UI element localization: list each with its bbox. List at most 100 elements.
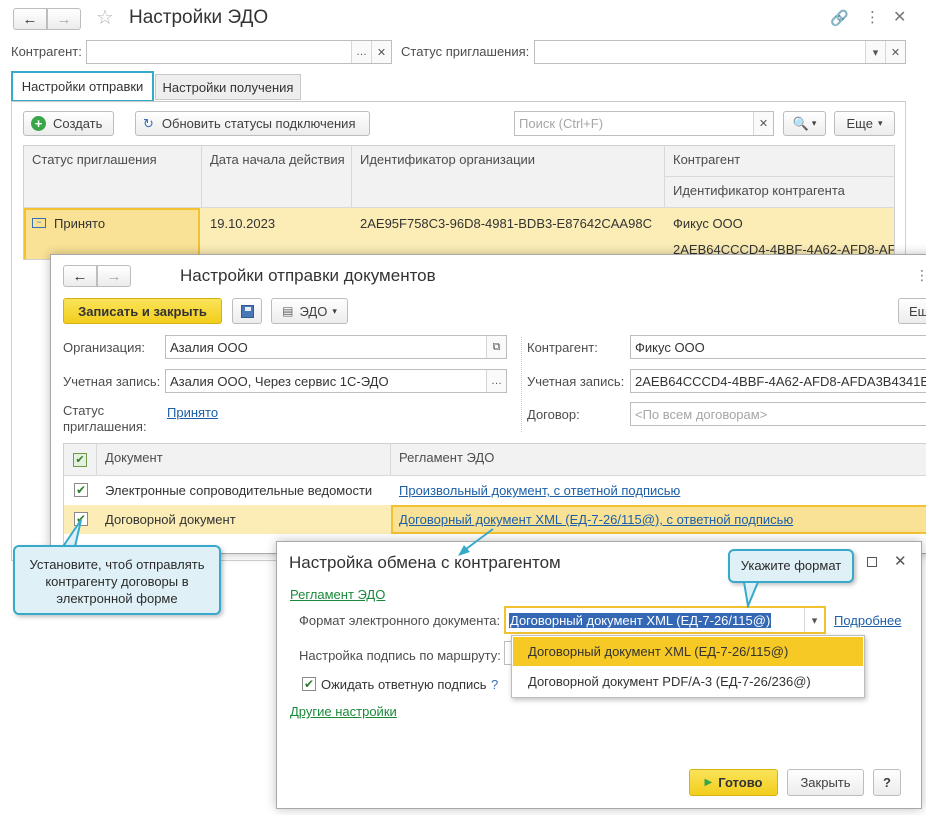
more-button[interactable]: Еще ▾ [834,111,895,136]
org-field[interactable]: Азалия ООО ⧉ [165,335,507,359]
org-id-cell: 2AE95F758C3-96D8-4981-BDB3-E87642CAA98C [360,215,652,231]
open-icon[interactable]: ⧉ [486,336,506,358]
kontragent-label: Контрагент: [11,44,82,59]
close-icon[interactable]: ✕ [894,552,907,570]
hint-callout: Установите, чтоб отправлять контрагенту … [13,545,221,615]
dropdown-arrow-icon[interactable]: ▾ [865,41,885,63]
contract-field[interactable]: <По всем договорам> [630,402,926,426]
table-row[interactable]: ✔ Электронные сопроводительные ведомости… [64,476,926,505]
org-label: Организация: [63,340,146,355]
refresh-status-button[interactable]: ↻ Обновить статусы подключения [135,111,370,136]
column-header[interactable]: Идентификатор организации [352,146,665,208]
row-checkbox[interactable]: ✔ [74,483,88,497]
kaccount-field[interactable]: 2AEB64CCCD4-4BBF-4A62-AFD8-AFDA3B4341EC [630,369,926,393]
dropdown-option[interactable]: Договорной документ PDF/A-3 (ЕД-7-26/236… [513,667,863,696]
play-icon: ▶ [704,777,713,788]
checkbox-icon: ✔ [73,453,87,467]
dialog-footer [277,760,921,761]
kebab-menu-icon[interactable]: ⋮ [915,267,926,284]
contract-label: Договор: [527,407,580,422]
forward-button[interactable]: → [47,8,81,30]
divider [521,337,522,432]
back-arrow-icon: ← [22,10,38,28]
kebab-menu-icon[interactable]: ⋮ [865,8,880,26]
select-button[interactable]: … [351,41,371,63]
kontragent-label: Контрагент: [527,340,598,355]
column-header[interactable]: Статус приглашения [24,146,202,208]
account-field[interactable]: Азалия ООО, Через сервис 1С-ЭДО … [165,369,507,393]
connector-arrow [458,528,494,556]
dropdown-option[interactable]: Договорный документ XML (ЕД-7-26/115@) [513,637,863,666]
column-header[interactable]: Дата начала действия [202,146,352,208]
wait-sign-label: Ожидать ответную подпись [321,677,487,692]
more-button[interactable]: Ещ [898,298,926,324]
forward-arrow-icon: → [56,10,72,28]
more-details-link[interactable]: Подробнее [834,613,901,628]
form-title: Настройки отправки документов [180,266,436,285]
kontragent-cell: Фикус ООО [673,215,743,231]
back-arrow-icon: ← [72,267,88,285]
edo-menu-button[interactable]: ▤ ЭДО ▾ [271,298,348,324]
clear-button[interactable]: ✕ [885,41,905,63]
help-icon[interactable]: ? [491,677,498,692]
search-button[interactable]: 🔍 ▾ [783,111,826,136]
reglament-link[interactable]: Произвольный документ, с ответной подпис… [391,476,688,505]
kontragent-field[interactable]: … ✕ [86,40,392,64]
star-icon[interactable]: ☆ [96,5,114,30]
status-link[interactable]: Принято [167,405,218,420]
save-button[interactable] [232,298,262,324]
document-cell: Электронные сопроводительные ведомости [105,483,373,498]
plus-circle-icon: + [31,116,46,131]
done-button[interactable]: ▶ Готово [689,769,778,796]
sign-route-label: Настройка подпись по маршруту: [299,648,501,663]
document-cell: Договорной документ [105,512,236,527]
search-icon: 🔍 [792,115,809,131]
clear-button[interactable]: ✕ [753,112,773,135]
status-field[interactable]: ▾ ✕ [534,40,906,64]
clear-button[interactable]: ✕ [371,41,391,63]
save-close-button[interactable]: Записать и закрыть [63,298,222,324]
tab-receive-settings[interactable]: Настройки получения [155,74,301,100]
dialog-title: Настройка обмена с контрагентом [289,553,561,572]
callout-pointer [742,581,760,608]
status-icon: ~ [32,218,46,228]
create-button[interactable]: + Создать [23,111,114,136]
main-table: Статус приглашения Дата начала действия … [23,145,895,260]
table-row[interactable]: ~ Принято 19.10.2023 2AE95F758C3-96D8-49… [24,208,894,259]
wait-sign-checkbox[interactable]: ✔ [302,677,316,691]
maximize-icon[interactable] [867,557,877,567]
column-header[interactable]: Регламент ЭДО [391,444,926,476]
kontragent-field[interactable]: Фикус ООО [630,335,926,359]
format-select[interactable]: Договорный документ XML (ЕД-7-26/115@) ▾ [504,606,826,634]
kaccount-label: Учетная запись: [527,374,625,389]
checkbox-column-header[interactable]: ✔ [64,444,97,476]
back-button[interactable]: ← [63,265,97,287]
save-icon [240,304,254,318]
page-title: Настройки ЭДО [129,7,269,28]
search-input[interactable]: Поиск (Ctrl+F) ✕ [514,111,774,136]
status-label: Статус [63,403,105,418]
select-button[interactable]: … [486,370,506,392]
forward-button[interactable]: → [97,265,131,287]
close-icon[interactable]: ✕ [893,7,906,27]
back-button[interactable]: ← [13,8,47,30]
status-label: Статус приглашения: [401,44,530,59]
format-hint-callout: Укажите формат [728,549,854,583]
link-icon[interactable]: 🔗 [830,9,849,27]
refresh-icon: ↻ [143,115,154,131]
reglament-link[interactable]: Регламент ЭДО [290,587,385,602]
dropdown-arrow-icon[interactable]: ▾ [804,608,824,632]
column-header[interactable]: Документ [97,444,391,476]
column-header[interactable]: Контрагент [665,146,894,177]
close-button[interactable]: Закрыть [787,769,864,796]
status-label: приглашения: [63,419,147,434]
status-cell: ~ Принято [24,212,113,234]
tab-send-settings[interactable]: Настройки отправки [11,71,154,102]
format-dropdown-list: Договорный документ XML (ЕД-7-26/115@) Д… [511,635,865,698]
account-label: Учетная запись: [63,374,161,389]
other-settings-link[interactable]: Другие настройки [290,704,397,719]
forward-arrow-icon: → [106,267,122,285]
help-button[interactable]: ? [873,769,901,796]
column-header[interactable]: Идентификатор контрагента [665,177,894,208]
format-label: Формат электронного документа: [299,613,501,628]
